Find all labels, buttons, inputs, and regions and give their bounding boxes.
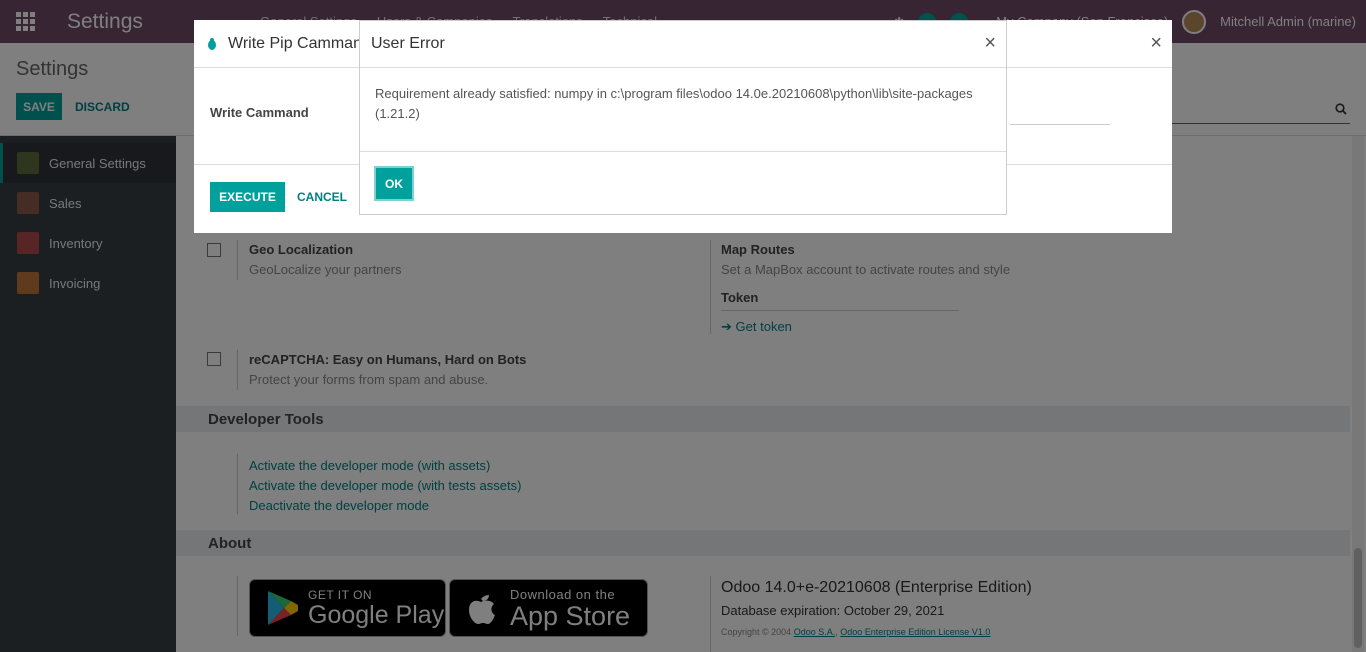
close-icon[interactable]: ×: [984, 32, 996, 55]
error-message: Requirement already satisfied: numpy in …: [360, 68, 1006, 152]
ok-button[interactable]: OK: [374, 166, 414, 201]
write-command-label: Write Cammand: [210, 105, 309, 120]
bug-icon: [208, 37, 216, 50]
user-error-dialog: User Error × Requirement already satisfi…: [359, 20, 1007, 215]
write-command-input[interactable]: [1010, 124, 1110, 125]
dialog-title: Write Pip Cammand: [228, 34, 371, 52]
dialog-header: User Error ×: [360, 21, 1006, 68]
dialog-title: User Error: [371, 35, 445, 52]
cancel-button[interactable]: CANCEL: [297, 182, 347, 212]
close-icon[interactable]: ×: [1150, 32, 1162, 55]
execute-button[interactable]: EXECUTE: [210, 182, 285, 212]
